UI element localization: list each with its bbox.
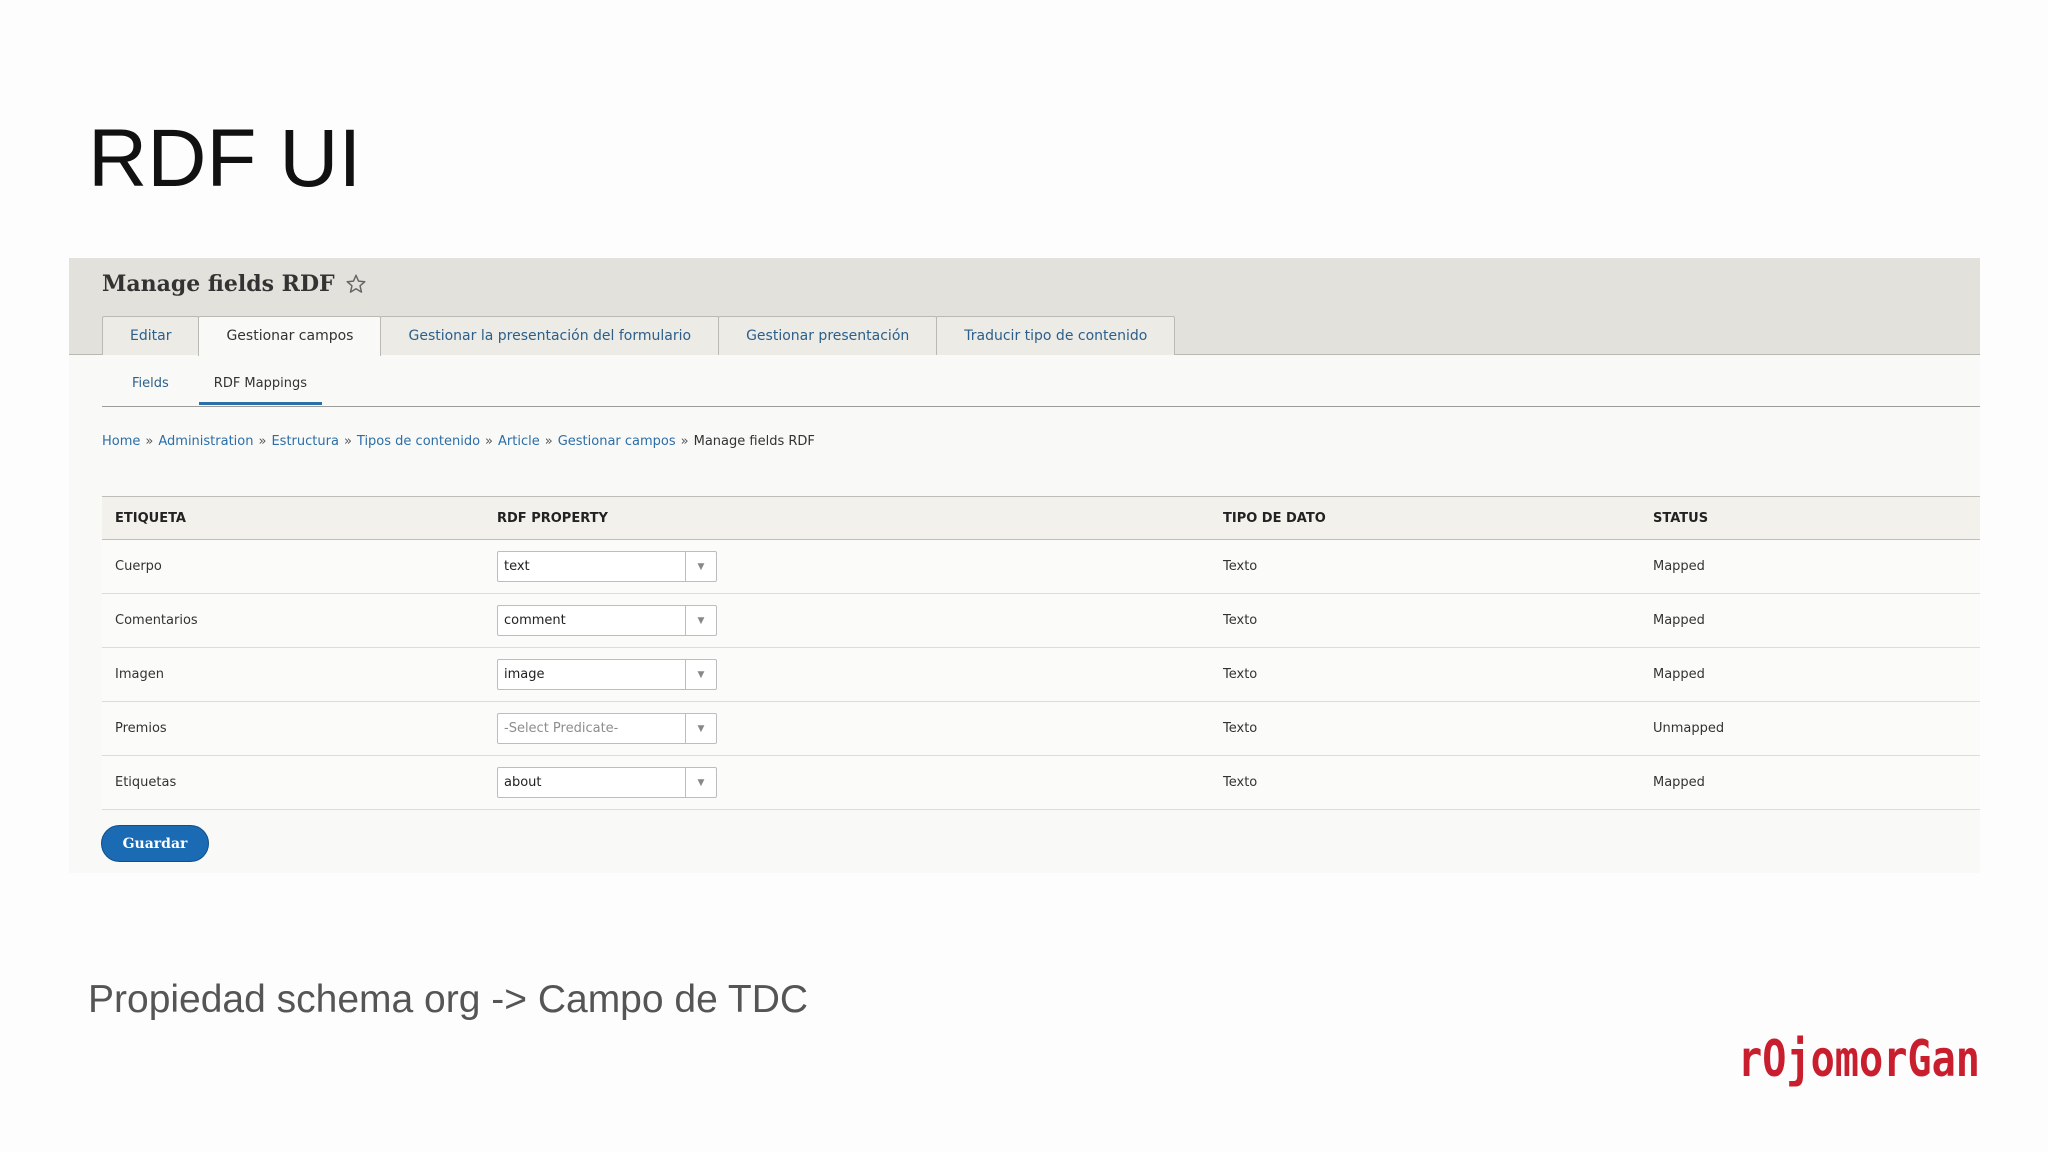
field-label: Comentarios <box>115 613 198 628</box>
rdf-property-select[interactable]: text ▼ <box>497 551 717 582</box>
chevron-down-icon[interactable]: ▼ <box>685 552 716 581</box>
tab-gestionar-campos[interactable]: Gestionar campos <box>198 316 382 356</box>
rdf-mappings-table: ETIQUETA RDF PROPERTY TIPO DE DATO STATU… <box>102 496 1980 810</box>
subtab-rdf-mappings[interactable]: RDF Mappings <box>198 373 322 405</box>
table-row: Imagen image ▼ Texto Mapped <box>102 647 1980 702</box>
field-datatype: Texto <box>1223 559 1258 574</box>
breadcrumb-link-gestionar-campos[interactable]: Gestionar campos <box>558 434 676 449</box>
star-icon[interactable] <box>345 273 367 295</box>
column-header-tipo-de-dato: TIPO DE DATO <box>1223 510 1326 526</box>
field-status: Mapped <box>1653 775 1705 790</box>
field-label: Imagen <box>115 667 164 682</box>
field-label: Etiquetas <box>115 775 177 790</box>
drupal-screenshot: Manage fields RDF Editar Gestionar campo… <box>69 258 1980 873</box>
secondary-tabs: Fields RDF Mappings <box>102 373 322 405</box>
slide-caption: Propiedad schema org -> Campo de TDC <box>88 978 809 1021</box>
breadcrumb-current: Manage fields RDF <box>693 434 815 449</box>
breadcrumb-link-tipos-de-contenido[interactable]: Tipos de contenido <box>357 434 480 449</box>
rdf-property-cell: comment ▼ <box>484 594 1210 648</box>
chevron-down-icon[interactable]: ▼ <box>685 606 716 635</box>
primary-tabs: Editar Gestionar campos Gestionar la pre… <box>102 316 1176 356</box>
breadcrumb-separator: » <box>145 434 154 449</box>
chevron-down-icon[interactable]: ▼ <box>685 714 716 743</box>
field-datatype: Texto <box>1223 667 1258 682</box>
rdf-property-select[interactable]: image ▼ <box>497 659 717 690</box>
page-title: Manage fields RDF <box>102 271 335 297</box>
chevron-down-icon[interactable]: ▼ <box>685 768 716 797</box>
table-row: Comentarios comment ▼ Texto Mapped <box>102 593 1980 648</box>
subtab-fields[interactable]: Fields <box>102 373 199 405</box>
rdf-property-cell: image ▼ <box>484 648 1210 702</box>
field-status: Unmapped <box>1653 721 1725 736</box>
rdf-property-cell: -Select Predicate- ▼ <box>484 702 1210 756</box>
chevron-down-icon[interactable]: ▼ <box>685 660 716 689</box>
rdf-property-cell: text ▼ <box>484 540 1210 594</box>
breadcrumb-link-administration[interactable]: Administration <box>158 434 253 449</box>
table-row: Etiquetas about ▼ Texto Mapped <box>102 755 1980 810</box>
rojomorgan-logo: rOjomorGan <box>1738 1030 1980 1088</box>
column-header-status: STATUS <box>1653 510 1709 526</box>
field-status: Mapped <box>1653 667 1705 682</box>
save-button[interactable]: Guardar <box>101 825 209 862</box>
breadcrumb-link-home[interactable]: Home <box>102 434 140 449</box>
slide-title: RDF UI <box>88 113 362 204</box>
tab-gestionar-presentacion-formulario[interactable]: Gestionar la presentación del formulario <box>380 316 720 355</box>
field-status: Mapped <box>1653 559 1705 574</box>
rdf-property-select[interactable]: about ▼ <box>497 767 717 798</box>
select-placeholder: -Select Predicate- <box>504 721 619 736</box>
field-datatype: Texto <box>1223 721 1258 736</box>
breadcrumb-separator: » <box>544 434 553 449</box>
table-row: Premios -Select Predicate- ▼ Texto Unmap… <box>102 701 1980 756</box>
field-label: Premios <box>115 721 167 736</box>
breadcrumb-link-estructura[interactable]: Estructura <box>271 434 338 449</box>
select-value: text <box>504 559 530 574</box>
subtabs-divider <box>102 406 1980 407</box>
column-header-etiqueta: ETIQUETA <box>115 510 186 526</box>
breadcrumb-separator: » <box>680 434 689 449</box>
page-header: Manage fields RDF Editar Gestionar campo… <box>69 258 1980 356</box>
tab-gestionar-presentacion[interactable]: Gestionar presentación <box>718 316 938 355</box>
select-value: image <box>504 667 545 682</box>
field-label: Cuerpo <box>115 559 162 574</box>
breadcrumb: Home » Administration » Estructura » Tip… <box>102 434 815 449</box>
select-value: comment <box>504 613 566 628</box>
tab-traducir-tipo-contenido[interactable]: Traducir tipo de contenido <box>936 316 1176 355</box>
rdf-property-select[interactable]: comment ▼ <box>497 605 717 636</box>
breadcrumb-separator: » <box>258 434 267 449</box>
select-value: about <box>504 775 542 790</box>
table-row: Cuerpo text ▼ Texto Mapped <box>102 539 1980 594</box>
field-datatype: Texto <box>1223 775 1258 790</box>
breadcrumb-separator: » <box>485 434 494 449</box>
breadcrumb-separator: » <box>343 434 352 449</box>
rdf-property-cell: about ▼ <box>484 756 1210 810</box>
rdf-property-select[interactable]: -Select Predicate- ▼ <box>497 713 717 744</box>
table-header-row: ETIQUETA RDF PROPERTY TIPO DE DATO STATU… <box>102 496 1980 540</box>
field-datatype: Texto <box>1223 613 1258 628</box>
column-header-rdf-property: RDF PROPERTY <box>497 510 608 526</box>
tab-editar[interactable]: Editar <box>102 316 200 355</box>
breadcrumb-link-article[interactable]: Article <box>498 434 540 449</box>
field-status: Mapped <box>1653 613 1705 628</box>
page-title-row: Manage fields RDF <box>102 264 367 304</box>
svg-text:rOjomorGan: rOjomorGan <box>1738 1030 1980 1088</box>
